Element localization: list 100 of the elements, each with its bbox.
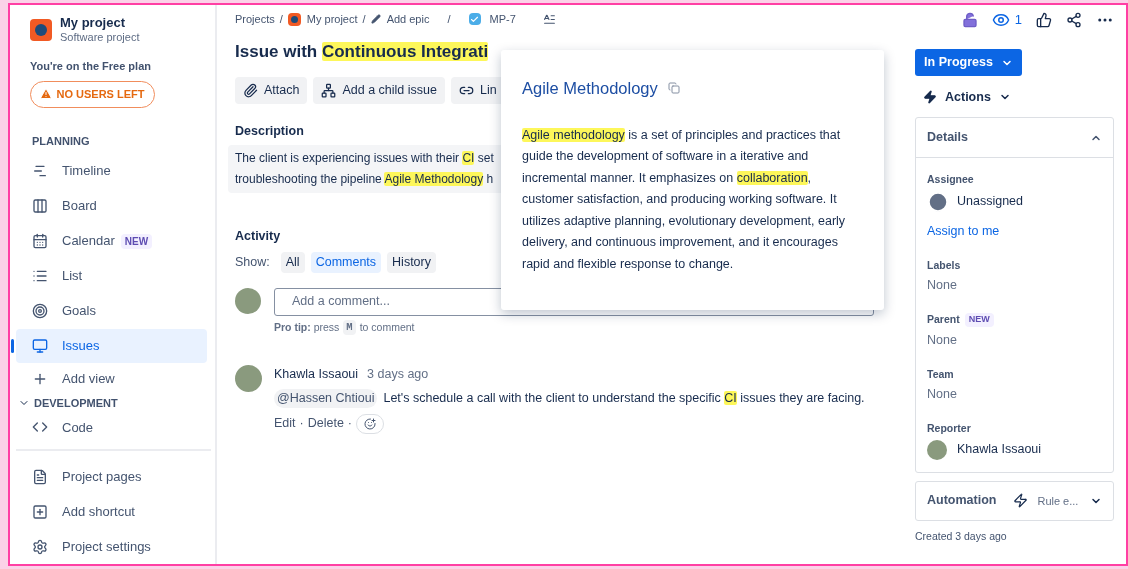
field-value[interactable]: None (927, 385, 1102, 404)
selection-indicator (11, 339, 14, 354)
project-name[interactable]: My project (60, 15, 140, 32)
item-label: Code (62, 418, 94, 437)
section-heading: Description (235, 123, 304, 140)
pencil-icon (370, 14, 381, 24)
nav-icon (32, 503, 48, 520)
section-heading: Activity (235, 227, 281, 245)
field-label: Assignee (927, 172, 974, 187)
project-type: Software project (60, 31, 140, 45)
warning-icon (40, 88, 53, 101)
pro-tip-text: to comment (359, 319, 415, 335)
item-label: Add view (62, 370, 115, 389)
paperclip-icon (243, 83, 258, 98)
item-label: Goals (62, 302, 96, 321)
lock-icon[interactable] (961, 12, 978, 28)
popover-title: Agile Methodology (522, 78, 658, 99)
project-logo-icon (287, 12, 301, 26)
created-text: Created 3 days ago (915, 528, 1008, 544)
text-format-icon[interactable] (542, 12, 556, 26)
panel-title: Automation (927, 492, 997, 510)
sidebar-item[interactable]: Board (16, 189, 207, 224)
sidebar-item[interactable]: Goals (16, 294, 207, 329)
breadcrumb-separator: / (279, 11, 283, 27)
nav-icon (32, 338, 48, 355)
user-mention[interactable]: @Hassen Chtioui (274, 389, 378, 408)
field-value[interactable]: None (927, 330, 1102, 350)
item-label: Project settings (62, 537, 151, 556)
separator-dot: · (347, 415, 353, 433)
comment-author[interactable]: Khawla Issaoui (274, 365, 359, 384)
breadcrumb-separator: / (362, 11, 366, 27)
item-label: List (62, 267, 83, 286)
comment-action-link[interactable]: Delete (307, 414, 344, 434)
eye-icon[interactable] (991, 11, 1010, 29)
item-label: Issues (62, 337, 100, 356)
nav-icon (32, 538, 48, 555)
item-label: Calendar (62, 232, 115, 251)
breadcrumb-link[interactable]: My project (306, 10, 358, 28)
breadcrumb-link[interactable]: Projects (235, 10, 275, 28)
toolbar-button[interactable]: Attach (235, 77, 308, 104)
sidebar-item[interactable]: Project pages (16, 459, 215, 494)
lightning-icon (923, 90, 937, 104)
actions-button[interactable]: Actions (923, 86, 1011, 108)
pro-tip-text: Pro tip: press (274, 319, 340, 335)
section-heading: DEVELOPMENT (34, 395, 118, 411)
share-icon[interactable] (1066, 12, 1082, 28)
status-button[interactable]: In Progress (915, 49, 1022, 76)
breadcrumb-separator: / (447, 11, 451, 27)
checkbox-icon (468, 13, 481, 25)
project-logo-icon (30, 19, 52, 41)
details-header[interactable]: Details (916, 118, 1113, 158)
sidebar-item[interactable]: Code (16, 411, 215, 444)
field-label: Team (927, 366, 954, 382)
sidebar-item[interactable]: Project settings (16, 529, 215, 564)
field-value[interactable]: None (927, 276, 1102, 295)
breadcrumb-link[interactable]: MP-7 (489, 10, 516, 28)
sidebar-item[interactable]: Timeline (16, 154, 207, 189)
filter-tab[interactable]: History (387, 251, 436, 273)
nav-icon (32, 198, 48, 215)
description-text: troubleshooting the pipeline Agile Methodology h (235, 170, 494, 188)
field-value[interactable]: Unassigned (957, 192, 1023, 212)
comment-time: 3 days ago (367, 366, 429, 384)
sidebar-item[interactable]: Calendar NEW (16, 224, 207, 259)
nav-icon (32, 233, 48, 250)
comment-action-link[interactable]: Edit (274, 414, 296, 434)
thumbs-up-icon[interactable] (1036, 12, 1052, 28)
field-label: Reporter (927, 421, 971, 436)
avatar (927, 439, 947, 460)
comment-text: Let's schedule a call with the client to understand the specific CI issues they are facing. (383, 390, 865, 407)
add-view-item[interactable]: Add view (16, 363, 215, 395)
hierarchy-icon (321, 83, 337, 98)
avatar (235, 365, 262, 393)
smiley-icon (364, 417, 377, 430)
sidebar-item[interactable]: Add shortcut (16, 494, 215, 529)
watcher-count[interactable]: 1 (1014, 10, 1022, 30)
description-text: The client is experiencing issues with their CI set (235, 149, 494, 167)
filter-tab[interactable]: Comments (310, 251, 382, 273)
keyboard-key: M (343, 319, 356, 336)
automation-panel[interactable]: Automation Rule e... (915, 480, 1114, 521)
separator-dot: · (299, 415, 304, 433)
show-label: Show: (235, 253, 270, 271)
item-label: Board (62, 197, 97, 216)
sidebar-item[interactable]: List (16, 259, 207, 294)
field-label: Labels (927, 257, 961, 273)
rule-value: Rule e... (1037, 493, 1079, 509)
field-value[interactable]: Khawla Issaoui (957, 440, 1042, 460)
nav-icon (32, 468, 48, 485)
toolbar-button[interactable]: Add a child issue (313, 77, 445, 104)
breadcrumb-link[interactable]: Add epic (386, 10, 430, 28)
filter-tab[interactable]: All (280, 251, 305, 273)
new-badge: NEW (120, 233, 153, 249)
field-label: Parent (927, 312, 960, 327)
issue-title[interactable]: Issue with Continuous Integrati (235, 39, 489, 65)
item-label: Add shortcut (62, 502, 135, 521)
item-label: Project pages (62, 467, 142, 486)
item-label: Timeline (62, 162, 111, 181)
nav-icon (32, 303, 48, 320)
avatar (235, 287, 261, 314)
assign-to-me-link[interactable]: Assign to me (927, 221, 1102, 241)
lightning-icon (1013, 493, 1029, 509)
